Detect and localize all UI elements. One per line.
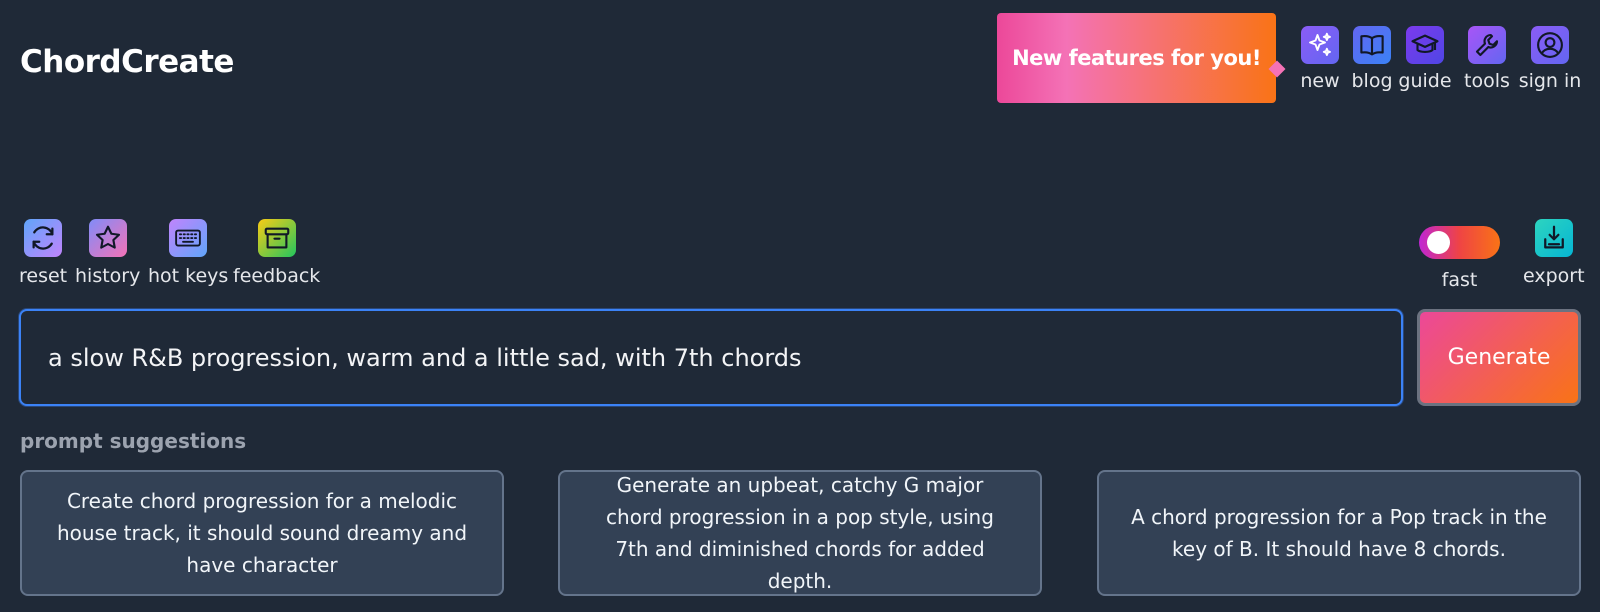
- archive-icon: [257, 219, 296, 257]
- nav-blog-label: blog: [1351, 70, 1393, 92]
- nav-guide[interactable]: guide: [1395, 26, 1455, 92]
- star-icon: [88, 219, 127, 257]
- nav-tools-label: tools: [1464, 70, 1510, 92]
- history-button[interactable]: history: [75, 219, 140, 287]
- hot-keys-button[interactable]: hot keys: [148, 219, 228, 287]
- refresh-icon: [24, 219, 63, 257]
- keyboard-icon: [169, 219, 208, 257]
- history-label: history: [75, 265, 141, 287]
- graduation-cap-icon: [1406, 26, 1444, 64]
- nav-guide-label: guide: [1398, 70, 1452, 92]
- generate-button[interactable]: Generate: [1417, 309, 1581, 406]
- nav-sign-in-label: sign in: [1518, 70, 1582, 92]
- suggestion-card[interactable]: Generate an upbeat, catchy G major chord…: [558, 470, 1042, 596]
- wrench-icon: [1468, 26, 1506, 64]
- book-icon: [1353, 26, 1391, 64]
- sparkles-icon: [1301, 26, 1339, 64]
- fast-toggle[interactable]: fast: [1419, 226, 1500, 291]
- nav-new-label: new: [1300, 70, 1340, 92]
- reset-button[interactable]: reset: [19, 219, 67, 287]
- hot-keys-label: hot keys: [148, 265, 229, 287]
- suggestion-card[interactable]: A chord progression for a Pop track in t…: [1097, 470, 1581, 596]
- toggle-knob: [1427, 231, 1450, 254]
- feedback-button[interactable]: feedback: [233, 219, 320, 287]
- export-button[interactable]: export: [1523, 219, 1585, 287]
- fast-toggle-switch[interactable]: [1419, 226, 1500, 259]
- fast-label: fast: [1441, 269, 1478, 291]
- nav-tools[interactable]: tools: [1457, 26, 1517, 92]
- export-label: export: [1523, 265, 1585, 287]
- suggestion-card[interactable]: Create chord progression for a melodic h…: [20, 470, 504, 596]
- nav-blog[interactable]: blog: [1342, 26, 1402, 92]
- user-circle-icon: [1531, 26, 1569, 64]
- feedback-label: feedback: [233, 265, 321, 287]
- app-logo[interactable]: ChordCreate: [20, 44, 234, 80]
- download-icon: [1534, 219, 1573, 257]
- nav-sign-in[interactable]: sign in: [1518, 26, 1582, 92]
- reset-label: reset: [19, 265, 68, 287]
- new-features-banner[interactable]: New features for you!: [997, 13, 1276, 103]
- nav-new[interactable]: new: [1290, 26, 1350, 92]
- prompt-suggestions-heading: prompt suggestions: [20, 429, 247, 453]
- prompt-input[interactable]: [19, 309, 1403, 406]
